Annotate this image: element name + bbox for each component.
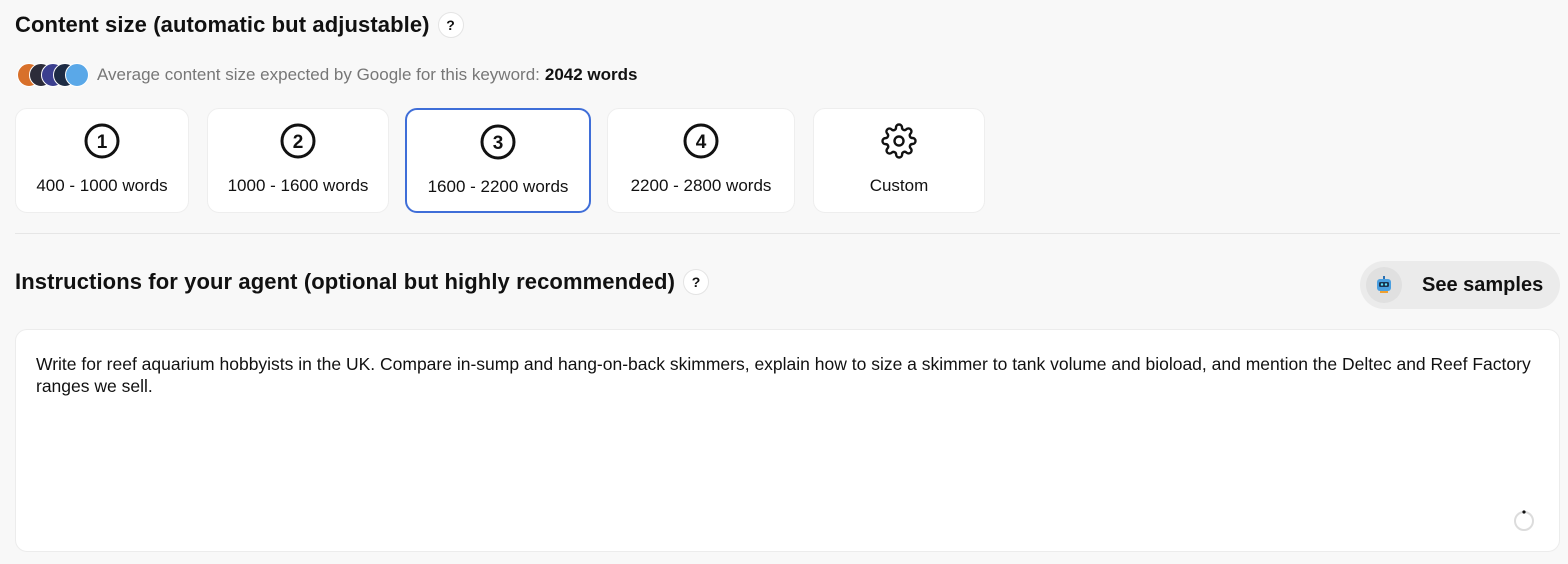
size-option-custom[interactable]: Custom (813, 108, 985, 213)
competitor-avatar (65, 63, 89, 87)
number-2-icon: 2 (280, 123, 316, 159)
size-option-label: 1000 - 1600 words (227, 176, 369, 195)
instructions-heading: Instructions for your agent (optional bu… (15, 269, 710, 295)
size-option-1[interactable]: 1 400 - 1000 words (15, 108, 189, 213)
size-option-label: Custom (869, 176, 929, 195)
help-icon[interactable]: ? (437, 12, 464, 38)
number-4-glyph: 4 (696, 132, 707, 153)
number-3-icon: 3 (480, 124, 516, 160)
average-size-value: 2042 words (544, 65, 638, 84)
see-samples-button[interactable]: See samples (1360, 261, 1560, 309)
number-2-glyph: 2 (293, 132, 304, 153)
section-divider (15, 233, 1560, 234)
instructions-title: Instructions for your agent (optional bu… (15, 269, 676, 294)
average-size-row: Average content size expected by Google … (17, 61, 638, 89)
instructions-textarea[interactable]: Write for reef aquarium hobbyists in the… (15, 329, 1560, 552)
size-option-3[interactable]: 3 1600 - 2200 words (405, 108, 591, 213)
number-4-icon: 4 (683, 123, 719, 159)
number-1-icon: 1 (84, 123, 120, 159)
loading-spinner-icon (1514, 510, 1534, 531)
content-size-heading: Content size (automatic but adjustable) … (15, 12, 464, 38)
size-option-label: 1600 - 2200 words (427, 177, 569, 196)
size-option-label: 400 - 1000 words (36, 176, 168, 195)
size-option-4[interactable]: 4 2200 - 2800 words (607, 108, 795, 213)
number-1-glyph: 1 (97, 132, 108, 153)
size-option-label: 2200 - 2800 words (630, 176, 772, 195)
average-size-text: Average content size expected by Google … (97, 65, 540, 84)
gear-icon (881, 123, 917, 159)
size-option-2[interactable]: 2 1000 - 1600 words (207, 108, 389, 213)
content-size-title: Content size (automatic but adjustable) (15, 12, 430, 37)
competitor-avatars (17, 63, 89, 87)
help-icon[interactable]: ? (683, 269, 710, 295)
robot-icon (1366, 267, 1402, 303)
see-samples-label: See samples (1422, 273, 1544, 296)
number-3-glyph: 3 (493, 133, 504, 154)
